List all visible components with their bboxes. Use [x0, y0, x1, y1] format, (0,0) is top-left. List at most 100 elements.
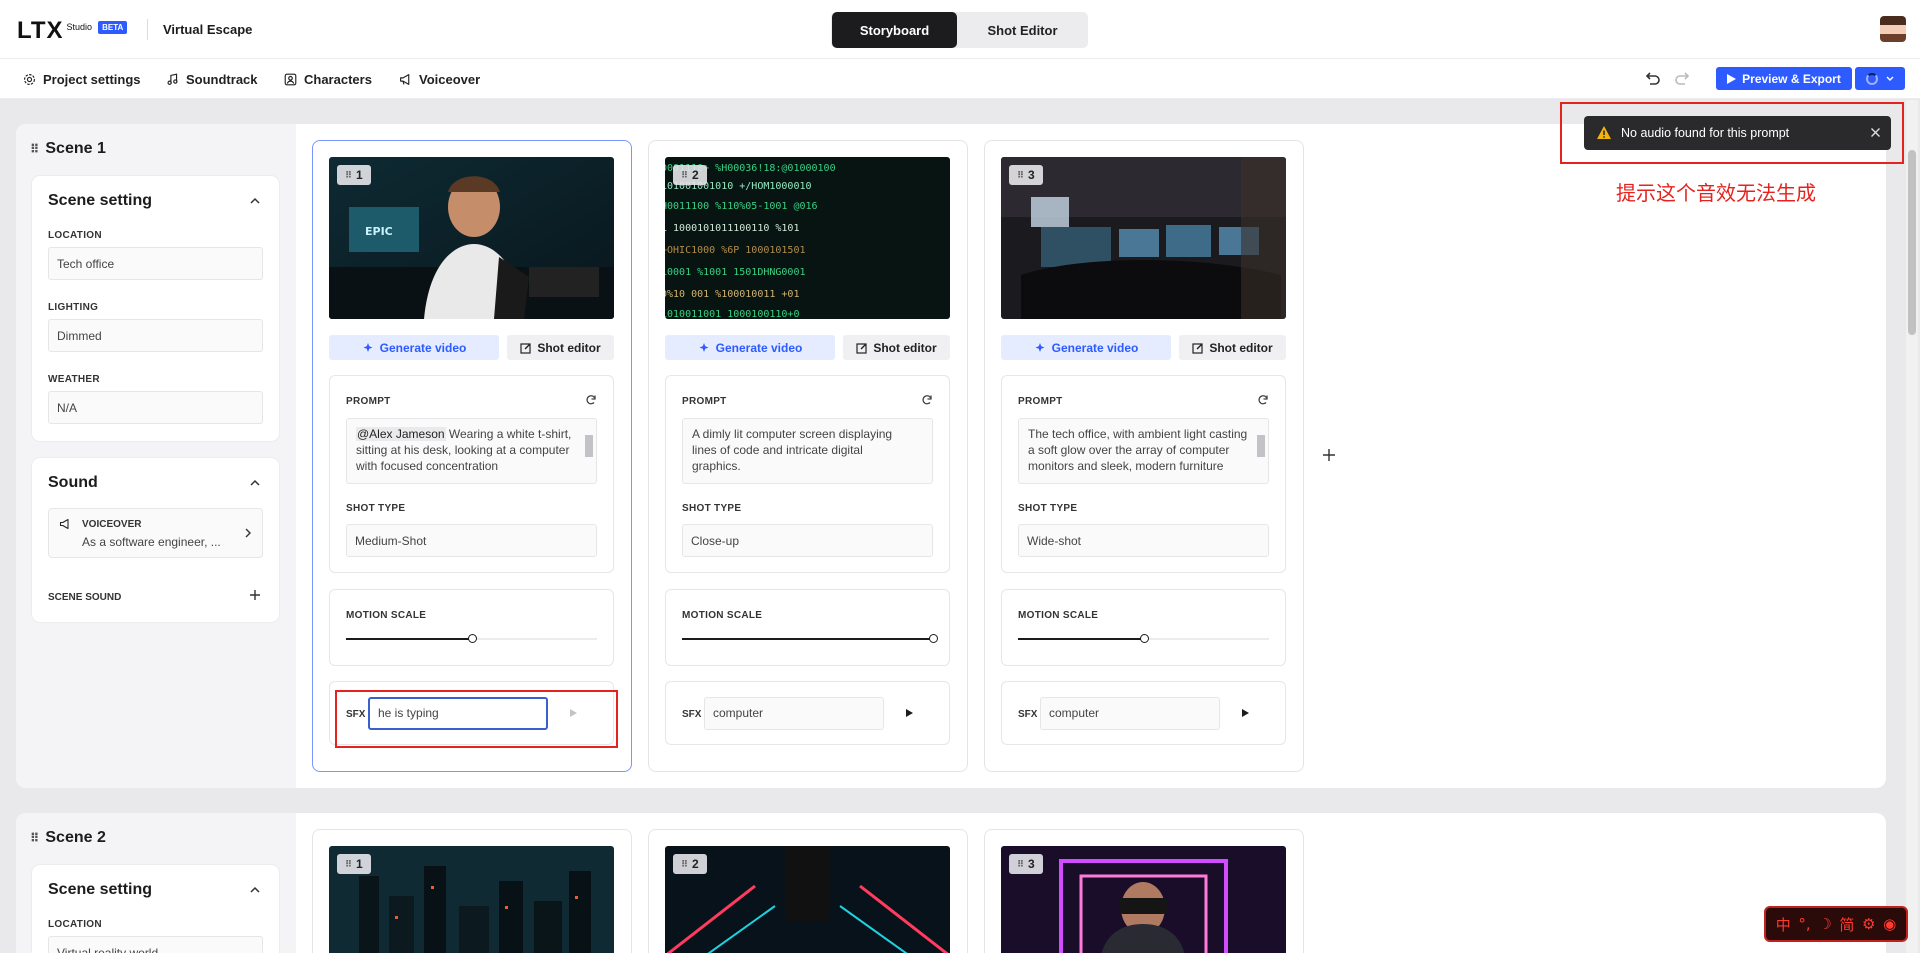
shot-editor-label: Shot editor [537, 340, 601, 355]
textarea-scrollbar[interactable] [920, 423, 929, 479]
ime-chinese-mode[interactable]: 中 [1776, 914, 1791, 935]
shot-thumbnail[interactable]: ⠿ 3 [1001, 846, 1286, 953]
generate-video-button[interactable]: Generate video [665, 335, 835, 360]
shot-number-badge[interactable]: ⠿ 2 [673, 165, 707, 185]
page-scrollbar[interactable] [1906, 100, 1918, 953]
shot-thumbnail[interactable]: ⠿ 1 [329, 846, 614, 953]
scene-title-text: Scene 2 [45, 829, 106, 846]
scene-2-shot-card-1[interactable]: ⠿ 1 [312, 829, 632, 953]
shot-card-1[interactable]: EPIC ⠿ 1 Generate video Shot editor PROMP… [312, 140, 632, 772]
lighting-field[interactable]: Dimmed [48, 319, 263, 352]
generate-video-button[interactable]: Generate video [329, 335, 499, 360]
shot-thumbnail[interactable]: ⠿ 3 [1001, 157, 1286, 319]
undo-icon[interactable] [1643, 70, 1661, 88]
storyboard-tab[interactable]: Storyboard [832, 12, 957, 48]
project-settings-button[interactable]: Project settings [23, 59, 141, 99]
refresh-icon[interactable] [921, 394, 933, 406]
shot-editor-button[interactable]: Shot editor [843, 335, 950, 360]
add-shot-icon[interactable] [1322, 448, 1336, 462]
motion-scale-section: MOTION SCALE [1001, 589, 1286, 666]
slider-handle[interactable] [1139, 634, 1149, 643]
export-options-button[interactable] [1855, 67, 1905, 90]
drag-handle-icon: ⠿ [681, 858, 688, 869]
ime-simplified[interactable]: 简 [1839, 914, 1854, 935]
voiceover-button[interactable]: Voiceover [399, 59, 480, 99]
scene-sound-label: SCENE SOUND [48, 592, 122, 603]
ime-status-icon[interactable]: ◉ [1883, 915, 1896, 933]
app-logo[interactable]: LTX Studio BETA [17, 17, 128, 45]
chevron-up-icon[interactable] [249, 884, 261, 896]
shot-number: 1 [356, 168, 363, 182]
characters-button[interactable]: Characters [284, 59, 372, 99]
shot-editor-button[interactable]: Shot editor [507, 335, 614, 360]
textarea-scrollbar[interactable] [584, 423, 593, 479]
shot-number-badge[interactable]: ⠿ 3 [1009, 165, 1043, 185]
chevron-up-icon[interactable] [249, 195, 261, 207]
shot-editor-tab[interactable]: Shot Editor [958, 12, 1087, 48]
sfx-input[interactable]: computer [1040, 697, 1220, 730]
scrollbar-thumb[interactable] [1257, 435, 1265, 457]
shot-number-badge[interactable]: ⠿ 1 [337, 165, 371, 185]
chevron-up-icon[interactable] [249, 477, 261, 489]
shot-number-badge[interactable]: ⠿ 1 [337, 854, 371, 874]
textarea-scrollbar[interactable] [1256, 423, 1265, 479]
scene-2-sidebar: ⠿ Scene 2 Scene setting LOCATION Virtual… [16, 813, 296, 953]
motion-scale-slider[interactable] [1018, 634, 1269, 643]
sfx-input[interactable]: computer [704, 697, 884, 730]
prompt-textarea[interactable]: @Alex Jameson Wearing a white t-shirt, s… [346, 418, 597, 484]
user-avatar[interactable] [1880, 16, 1906, 42]
play-sfx-icon[interactable] [1239, 707, 1251, 719]
shot-type-label: SHOT TYPE [346, 503, 406, 514]
shot-number-badge[interactable]: ⠿ 3 [1009, 854, 1043, 874]
ime-toolbar[interactable]: 中 °, ☽ 简 ⚙ ◉ [1764, 906, 1908, 942]
location-field[interactable]: Virtual reality world [48, 936, 263, 953]
scene-2-title[interactable]: ⠿ Scene 2 [30, 829, 106, 847]
prompt-label: PROMPT [682, 396, 727, 407]
moon-icon[interactable]: ☽ [1818, 915, 1831, 933]
scrollbar-thumb[interactable] [585, 435, 593, 457]
scene-setting-title: Scene setting [48, 881, 153, 898]
preview-export-button[interactable]: Preview & Export [1716, 67, 1852, 90]
prompt-textarea[interactable]: A dimly lit computer screen displaying l… [682, 418, 933, 484]
motion-scale-slider[interactable] [682, 634, 938, 643]
slider-handle[interactable] [467, 634, 477, 643]
project-name[interactable]: Virtual Escape [163, 22, 252, 37]
slider-handle[interactable] [929, 634, 938, 643]
scene-1-title[interactable]: ⠿ Scene 1 [30, 140, 106, 158]
annotation-box-sfx [335, 690, 618, 748]
shot-editor-button[interactable]: Shot editor [1179, 335, 1286, 360]
redo-icon[interactable] [1674, 70, 1692, 88]
ime-punctuation[interactable]: °, [1798, 915, 1810, 933]
shot-card-3[interactable]: ⠿ 3 Generate video Shot editor PROMPT The… [984, 140, 1304, 772]
voiceover-item[interactable]: VOICEOVER As a software engineer, ... [48, 508, 263, 558]
gear-icon[interactable]: ⚙ [1862, 915, 1875, 933]
location-field[interactable]: Tech office [48, 247, 263, 280]
character-mention[interactable]: @Alex Jameson [356, 427, 446, 441]
drag-handle-icon[interactable]: ⠿ [30, 831, 39, 845]
shot-type-field[interactable]: Medium-Shot [346, 524, 597, 557]
generate-video-button[interactable]: Generate video [1001, 335, 1171, 360]
scene-2-shot-card-3[interactable]: ⠿ 3 [984, 829, 1304, 953]
shot-type-field[interactable]: Close-up [682, 524, 933, 557]
add-scene-sound-icon[interactable] [249, 589, 261, 601]
play-sfx-icon[interactable] [903, 707, 915, 719]
shot-thumbnail[interactable]: EPIC ⠿ 1 [329, 157, 614, 319]
shot-thumbnail[interactable]: ⠿ 2 [665, 846, 950, 953]
shot-thumbnail[interactable]: 0001110+ %H00036!18:@01000100 1010010010… [665, 157, 950, 319]
scrollbar-thumb[interactable] [1908, 150, 1916, 335]
shot-type-label: SHOT TYPE [682, 503, 742, 514]
prompt-textarea[interactable]: The tech office, with ambient light cast… [1018, 418, 1269, 484]
motion-scale-slider[interactable] [346, 634, 597, 643]
drag-handle-icon[interactable]: ⠿ [30, 142, 39, 156]
scene-2-shot-card-2[interactable]: ⠿ 2 [648, 829, 968, 953]
shot-card-2[interactable]: 0001110+ %H00036!18:@01000100 1010010010… [648, 140, 968, 772]
refresh-icon[interactable] [1257, 394, 1269, 406]
shot-number-badge[interactable]: ⠿ 2 [673, 854, 707, 874]
shot-type-field[interactable]: Wide-shot [1018, 524, 1269, 557]
refresh-icon[interactable] [585, 394, 597, 406]
soundtrack-button[interactable]: Soundtrack [166, 59, 258, 99]
sub-toolbar: Project settings Soundtrack Characters V… [0, 59, 1920, 99]
weather-field[interactable]: N/A [48, 391, 263, 424]
soundtrack-label: Soundtrack [186, 71, 258, 87]
prompt-label: PROMPT [346, 396, 391, 407]
